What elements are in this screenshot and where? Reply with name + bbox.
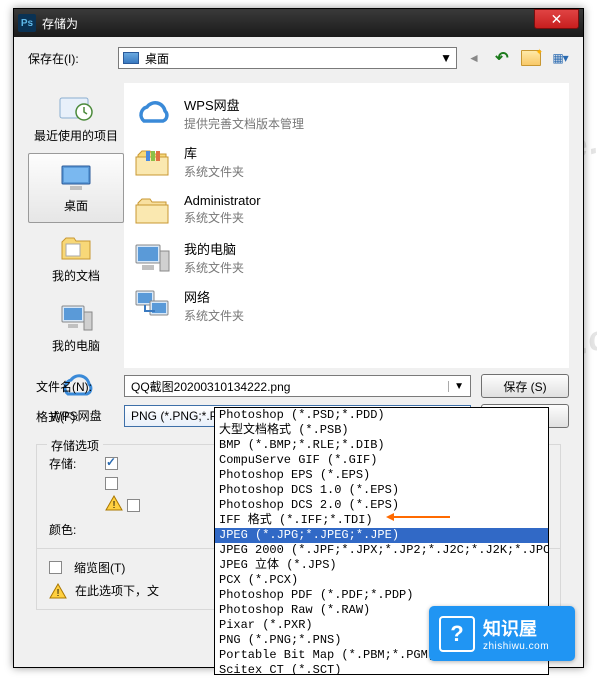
place-computer[interactable]: 我的电脑 xyxy=(28,293,124,363)
place-label: 我的文档 xyxy=(52,267,100,284)
list-item[interactable]: WPS网盘提供完善文档版本管理 xyxy=(128,89,565,137)
save-in-value: 桌面 xyxy=(145,50,169,67)
format-option[interactable]: Photoshop (*.PSD;*.PDD) xyxy=(215,408,548,423)
format-option[interactable]: 大型文档格式 (*.PSB) xyxy=(215,423,548,438)
file-list[interactable]: WPS网盘提供完善文档版本管理 库系统文件夹 Administrator系统文件… xyxy=(124,83,569,368)
chevron-down-icon: ▼ xyxy=(440,51,452,65)
computer-icon xyxy=(54,300,98,334)
color-label: 颜色: xyxy=(49,521,97,538)
view-menu-icon[interactable] xyxy=(551,49,569,67)
list-item[interactable]: 我的电脑系统文件夹 xyxy=(128,233,565,281)
format-option[interactable]: BMP (*.BMP;*.RLE;*.DIB) xyxy=(215,438,548,453)
window-title: 存储为 xyxy=(42,15,534,32)
cloud-icon xyxy=(130,93,174,133)
filename-label: 文件名(N): xyxy=(28,378,114,395)
annotation-arrow xyxy=(390,516,450,518)
desktop-icon xyxy=(54,160,98,194)
up-level-icon[interactable] xyxy=(493,49,511,67)
list-item[interactable]: Administrator系统文件夹 xyxy=(128,185,565,233)
user-folder-icon xyxy=(130,189,174,229)
computer-icon xyxy=(130,237,174,277)
new-folder-icon[interactable] xyxy=(521,50,541,66)
format-option[interactable]: JPEG (*.JPG;*.JPEG;*.JPE) xyxy=(215,528,548,543)
checkbox[interactable] xyxy=(127,499,140,512)
warning-icon: ! xyxy=(105,495,123,511)
storage-label: 存储: xyxy=(49,455,97,472)
brand-badge[interactable]: ? 知识屋 zhishiwu.com xyxy=(429,606,575,661)
warning-text: 在此选项下，文 xyxy=(75,582,159,599)
documents-icon xyxy=(54,230,98,264)
save-in-dropdown[interactable]: 桌面 ▼ xyxy=(118,47,457,69)
save-in-label: 保存在(I): xyxy=(28,50,110,67)
format-option[interactable]: Photoshop PDF (*.PDF;*.PDP) xyxy=(215,588,548,603)
format-option[interactable]: Scitex CT (*.SCT) xyxy=(215,663,548,675)
brand-title: 知识屋 xyxy=(483,615,549,641)
back-icon[interactable] xyxy=(465,49,483,67)
warning-icon: ! xyxy=(49,583,67,599)
format-option[interactable]: PCX (*.PCX) xyxy=(215,573,548,588)
places-bar: 最近使用的项目 桌面 我的文档 xyxy=(28,83,124,368)
checkbox[interactable] xyxy=(105,477,118,490)
desktop-icon xyxy=(123,52,139,64)
filename-input[interactable]: QQ截图20200310134222.png ▼ xyxy=(124,375,471,397)
place-recent[interactable]: 最近使用的项目 xyxy=(28,83,124,153)
chevron-down-icon[interactable]: ▼ xyxy=(448,381,464,392)
list-item[interactable]: 网络系统文件夹 xyxy=(128,281,565,329)
format-option[interactable]: JPEG 2000 (*.JPF;*.JPX;*.JP2;*.J2C;*.J2K… xyxy=(215,543,548,558)
titlebar[interactable]: Ps 存储为 ✕ xyxy=(14,9,583,37)
network-icon xyxy=(130,285,174,325)
close-button[interactable]: ✕ xyxy=(534,9,579,29)
library-icon xyxy=(130,141,174,181)
format-label: 格式(F): xyxy=(28,408,114,425)
list-item[interactable]: 库系统文件夹 xyxy=(128,137,565,185)
svg-text:!: ! xyxy=(113,500,116,511)
format-option[interactable]: Photoshop DCS 1.0 (*.EPS) xyxy=(215,483,548,498)
brand-subtitle: zhishiwu.com xyxy=(483,641,549,652)
place-label: 最近使用的项目 xyxy=(34,127,118,144)
thumbnail-checkbox[interactable] xyxy=(49,561,62,574)
format-option[interactable]: Photoshop EPS (*.EPS) xyxy=(215,468,548,483)
group-title: 存储选项 xyxy=(47,437,103,454)
format-option[interactable]: JPEG 立体 (*.JPS) xyxy=(215,558,548,573)
recent-items-icon xyxy=(54,90,98,124)
format-option[interactable]: CompuServe GIF (*.GIF) xyxy=(215,453,548,468)
place-label: 桌面 xyxy=(64,197,88,214)
svg-text:!: ! xyxy=(57,588,60,599)
checkbox[interactable] xyxy=(105,457,118,470)
place-label: 我的电脑 xyxy=(52,337,100,354)
photoshop-icon: Ps xyxy=(18,14,36,32)
place-desktop[interactable]: 桌面 xyxy=(28,153,124,223)
format-option[interactable]: Photoshop DCS 2.0 (*.EPS) xyxy=(215,498,548,513)
place-documents[interactable]: 我的文档 xyxy=(28,223,124,293)
save-button[interactable]: 保存 (S) xyxy=(481,374,569,398)
thumbnail-label: 缩览图(T) xyxy=(74,559,125,576)
brand-icon: ? xyxy=(439,616,475,652)
